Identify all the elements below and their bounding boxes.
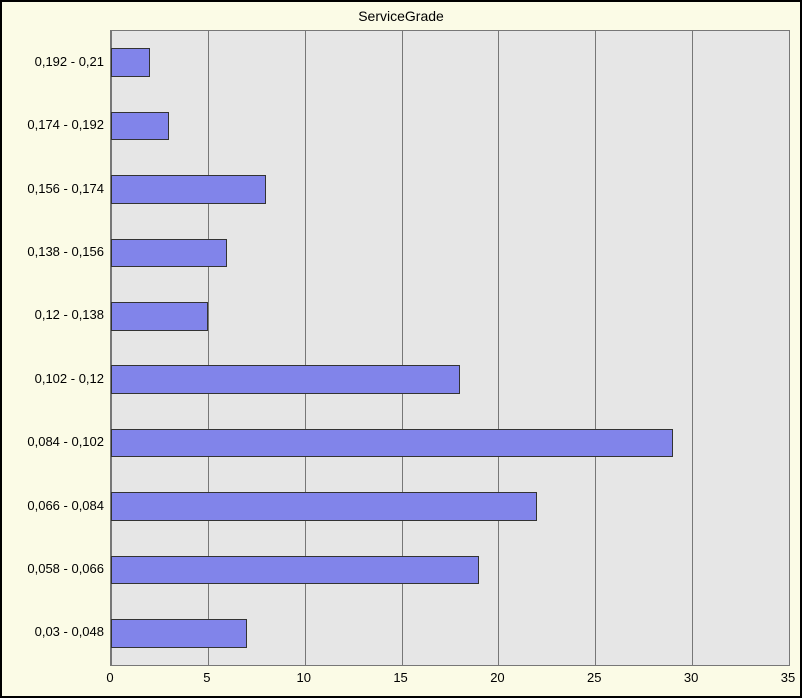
bar xyxy=(111,302,208,331)
bar xyxy=(111,48,150,77)
y-tick-label: 0,084 - 0,102 xyxy=(27,434,104,449)
x-tick-label: 0 xyxy=(95,670,125,685)
y-tick-label: 0,066 - 0,084 xyxy=(27,498,104,513)
gridline xyxy=(595,31,596,665)
bar xyxy=(111,556,479,585)
x-tick-label: 15 xyxy=(386,670,416,685)
x-tick-label: 10 xyxy=(289,670,319,685)
bar xyxy=(111,175,266,204)
y-tick-label: 0,03 - 0,048 xyxy=(35,624,104,639)
chart-title: ServiceGrade xyxy=(2,8,800,24)
bar xyxy=(111,239,227,268)
bar xyxy=(111,365,460,394)
y-tick-label: 0,058 - 0,066 xyxy=(27,561,104,576)
y-tick-label: 0,192 - 0,21 xyxy=(35,54,104,69)
gridline xyxy=(789,31,790,665)
plot-area xyxy=(110,30,790,666)
bar xyxy=(111,492,537,521)
x-tick-label: 20 xyxy=(482,670,512,685)
bar xyxy=(111,429,673,458)
x-tick-label: 30 xyxy=(676,670,706,685)
gridline xyxy=(692,31,693,665)
bar xyxy=(111,112,169,141)
bar xyxy=(111,619,247,648)
x-tick-label: 25 xyxy=(579,670,609,685)
gridline xyxy=(498,31,499,665)
y-tick-label: 0,12 - 0,138 xyxy=(35,307,104,322)
chart-frame: ServiceGrade 0 5 10 15 20 25 30 35 0,192 - 0,21 0… xyxy=(0,0,802,698)
y-tick-label: 0,174 - 0,192 xyxy=(27,117,104,132)
x-tick-label: 35 xyxy=(773,670,802,685)
y-tick-label: 0,156 - 0,174 xyxy=(27,181,104,196)
y-tick-label: 0,102 - 0,12 xyxy=(35,371,104,386)
y-tick-label: 0,138 - 0,156 xyxy=(27,244,104,259)
x-tick-label: 5 xyxy=(192,670,222,685)
